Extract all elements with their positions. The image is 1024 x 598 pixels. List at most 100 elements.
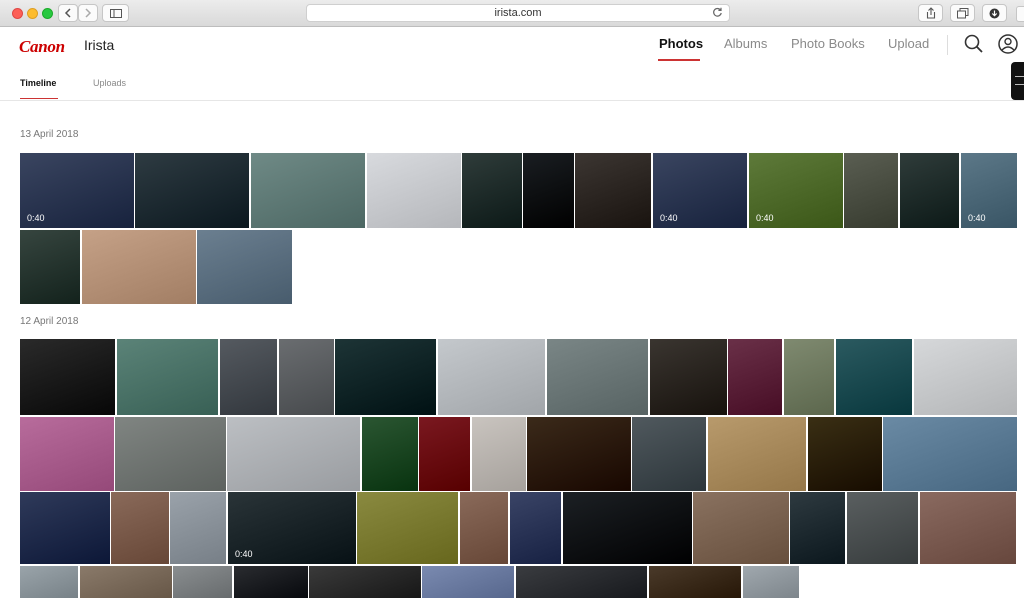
close-window-button[interactable] <box>12 8 23 19</box>
address-bar[interactable]: irista.com <box>306 4 730 22</box>
photo-thumbnail[interactable] <box>844 153 898 228</box>
downloads-button[interactable] <box>982 4 1007 22</box>
photo-thumbnail[interactable] <box>900 153 959 228</box>
sidebar-toggle-button[interactable] <box>102 4 129 22</box>
reload-icon[interactable] <box>712 7 723 18</box>
tab-uploads[interactable]: Uploads <box>93 78 126 88</box>
photo-thumbnail[interactable] <box>847 492 918 564</box>
chevron-right-icon <box>85 8 92 18</box>
photo-thumbnail[interactable] <box>784 339 834 415</box>
active-nav-indicator <box>658 59 700 61</box>
photo-thumbnail[interactable]: 0:40 <box>749 153 843 228</box>
photo-thumbnail[interactable]: 0:40 <box>20 153 134 228</box>
photo-thumbnail[interactable] <box>650 339 727 415</box>
video-duration: 0:40 <box>27 213 45 223</box>
photo-thumbnail[interactable] <box>82 230 196 304</box>
nav-photos[interactable]: Photos <box>659 36 703 51</box>
photo-thumbnail[interactable] <box>547 339 648 415</box>
section-date: 13 April 2018 <box>20 129 79 140</box>
photo-thumbnail[interactable] <box>790 492 845 564</box>
browser-toolbar: irista.com <box>0 0 1024 27</box>
photo-thumbnail[interactable] <box>173 566 232 598</box>
nav-photo-books[interactable]: Photo Books <box>791 36 865 51</box>
photo-thumbnail[interactable] <box>335 339 436 415</box>
photo-thumbnail[interactable]: 0:40 <box>228 492 356 564</box>
active-tab-indicator <box>20 98 58 99</box>
canon-logo[interactable]: Canon <box>19 37 65 57</box>
photo-thumbnail[interactable] <box>20 492 110 564</box>
photo-thumbnail[interactable] <box>743 566 799 598</box>
tab-timeline[interactable]: Timeline <box>20 78 56 88</box>
photo-thumbnail[interactable] <box>472 417 526 491</box>
tabs-icon <box>956 7 968 18</box>
photo-thumbnail[interactable] <box>563 492 692 564</box>
header-divider <box>947 35 948 55</box>
product-name: Irista <box>84 37 115 53</box>
video-duration: 0:40 <box>660 213 678 223</box>
photo-thumbnail[interactable] <box>438 339 545 415</box>
video-duration: 0:40 <box>968 213 986 223</box>
photo-thumbnail[interactable] <box>80 566 172 598</box>
photo-thumbnail[interactable] <box>920 492 1016 564</box>
photo-thumbnail[interactable] <box>460 492 508 564</box>
photo-thumbnail[interactable] <box>117 339 218 415</box>
photo-thumbnail[interactable] <box>883 417 1017 491</box>
photo-thumbnail[interactable] <box>234 566 308 598</box>
photo-thumbnail[interactable] <box>115 417 226 491</box>
photo-thumbnail[interactable] <box>708 417 806 491</box>
section-date: 12 April 2018 <box>20 316 79 327</box>
photo-thumbnail[interactable] <box>914 339 1017 415</box>
photo-thumbnail[interactable] <box>808 417 882 491</box>
photo-thumbnail[interactable] <box>523 153 574 228</box>
photo-thumbnail[interactable] <box>20 339 115 415</box>
photo-thumbnail[interactable] <box>20 230 80 304</box>
search-icon[interactable] <box>963 33 985 55</box>
site-header: Canon Irista Photos Albums Photo Books U… <box>0 27 1024 63</box>
photo-thumbnail[interactable] <box>170 492 226 564</box>
photo-thumbnail[interactable] <box>357 492 458 564</box>
photo-thumbnail[interactable] <box>20 417 114 491</box>
photo-thumbnail[interactable] <box>227 417 360 491</box>
photo-thumbnail[interactable] <box>516 566 647 598</box>
photo-thumbnail[interactable] <box>527 417 631 491</box>
tabs-button[interactable] <box>950 4 975 22</box>
photo-thumbnail[interactable] <box>20 566 78 598</box>
download-icon <box>989 8 1000 18</box>
photo-thumbnail[interactable] <box>362 417 418 491</box>
photo-thumbnail[interactable] <box>422 566 514 598</box>
photo-thumbnail[interactable] <box>510 492 561 564</box>
new-tab-button[interactable] <box>1016 6 1024 22</box>
url-text: irista.com <box>494 7 542 19</box>
photo-thumbnail[interactable] <box>135 153 249 228</box>
photo-thumbnail[interactable] <box>649 566 741 598</box>
photo-thumbnail[interactable]: 0:40 <box>961 153 1017 228</box>
share-button[interactable] <box>918 4 943 22</box>
photo-thumbnail[interactable] <box>836 339 912 415</box>
photo-thumbnail[interactable] <box>367 153 461 228</box>
minimize-window-button[interactable] <box>27 8 38 19</box>
forward-button[interactable] <box>78 4 98 22</box>
photo-thumbnail[interactable] <box>693 492 789 564</box>
video-duration: 0:40 <box>756 213 774 223</box>
account-icon[interactable] <box>997 33 1019 55</box>
nav-upload[interactable]: Upload <box>888 36 929 51</box>
photo-thumbnail[interactable] <box>111 492 169 564</box>
back-button[interactable] <box>58 4 78 22</box>
photo-thumbnail[interactable] <box>251 153 365 228</box>
photo-thumbnail[interactable] <box>309 566 421 598</box>
photo-thumbnail[interactable] <box>419 417 470 491</box>
photo-thumbnail[interactable] <box>462 153 522 228</box>
side-panel-toggle[interactable] <box>1011 62 1024 100</box>
nav-albums[interactable]: Albums <box>724 36 767 51</box>
photo-thumbnail[interactable]: 0:40 <box>653 153 747 228</box>
photo-thumbnail[interactable] <box>279 339 334 415</box>
photo-thumbnail[interactable] <box>632 417 706 491</box>
photo-thumbnail[interactable] <box>220 339 277 415</box>
zoom-window-button[interactable] <box>42 8 53 19</box>
photo-thumbnail[interactable] <box>575 153 651 228</box>
video-duration: 0:40 <box>235 549 253 559</box>
photo-thumbnail[interactable] <box>197 230 292 304</box>
share-icon <box>926 7 935 19</box>
photo-thumbnail[interactable] <box>728 339 782 415</box>
divider <box>0 100 1024 101</box>
